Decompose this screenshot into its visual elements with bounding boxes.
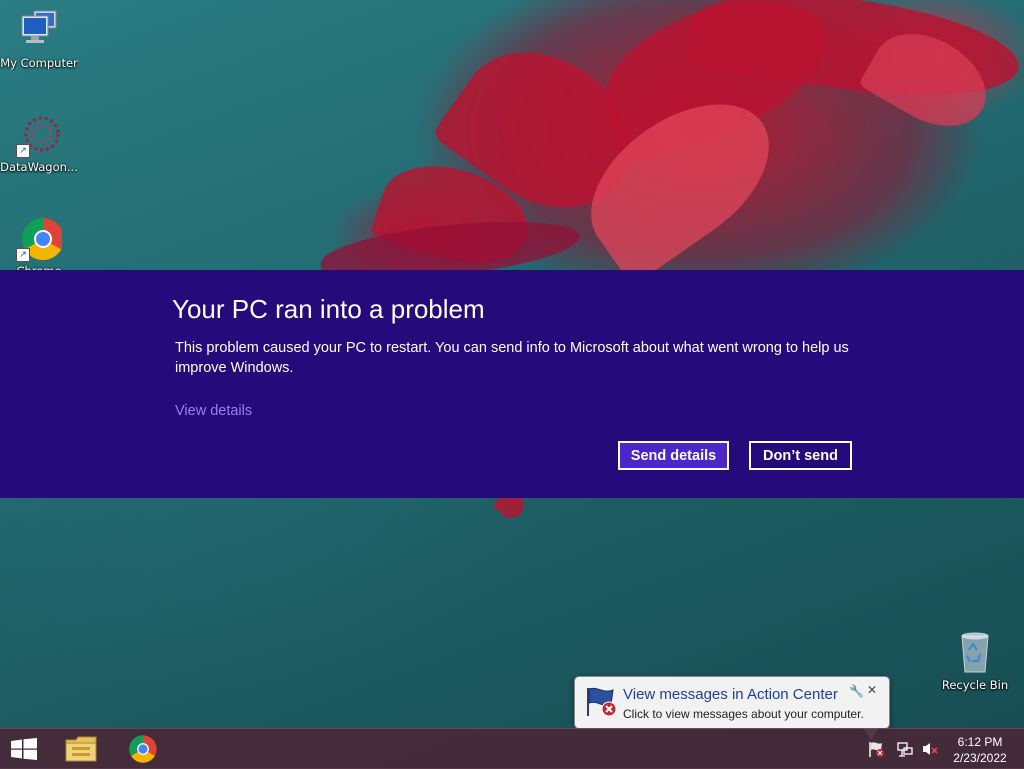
- start-button[interactable]: [0, 729, 48, 769]
- clock-date: 2/23/2022: [953, 751, 1007, 765]
- network-icon: [897, 742, 913, 757]
- dialog-title: Your PC ran into a problem: [172, 294, 485, 324]
- notification-title: View messages in Action Center: [623, 686, 838, 703]
- file-explorer-icon: [65, 736, 97, 762]
- error-dialog: Your PC ran into a problem This problem …: [0, 270, 1024, 498]
- desktop-icon-my-computer[interactable]: My Computer: [0, 8, 78, 70]
- tray-network[interactable]: [893, 729, 917, 769]
- action-center-flag-icon: [869, 742, 884, 757]
- dont-send-button[interactable]: Don’t send: [749, 441, 852, 470]
- start-icon: [11, 738, 37, 760]
- view-details-link[interactable]: View details: [175, 403, 252, 419]
- chrome-icon: ↗: [16, 216, 65, 262]
- send-details-button[interactable]: Send details: [618, 441, 729, 470]
- desktop-icon-label: My Computer: [0, 56, 78, 70]
- tray-action-center[interactable]: [864, 729, 888, 769]
- shortcut-arrow-icon: ↗: [16, 144, 30, 158]
- chrome-icon: [129, 735, 157, 763]
- taskbar: 6:12 PM 2/23/2022: [0, 728, 1024, 769]
- datawagon-icon: ↗: [16, 112, 62, 158]
- settings-wrench-icon[interactable]: 🔧: [849, 684, 864, 698]
- recycle-bin-icon: [952, 630, 998, 676]
- close-icon[interactable]: ✕: [867, 683, 877, 697]
- taskbar-file-explorer[interactable]: [58, 729, 104, 769]
- dialog-message: This problem caused your PC to restart. …: [175, 340, 849, 376]
- desktop-icon-datawagon[interactable]: ↗ DataWagon...: [0, 112, 78, 174]
- taskbar-chrome[interactable]: [120, 729, 166, 769]
- action-center-notification[interactable]: View messages in Action Center Click to …: [574, 676, 890, 740]
- desktop-icon-chrome[interactable]: ↗ Chrome: [0, 216, 78, 278]
- system-clock[interactable]: 6:12 PM 2/23/2022: [944, 734, 1016, 766]
- shortcut-arrow-icon: ↗: [16, 248, 30, 262]
- desktop-icon-label: Recycle Bin: [941, 678, 1009, 692]
- action-center-flag-icon: [585, 686, 619, 722]
- notification-text: Click to view messages about your comput…: [623, 707, 864, 721]
- volume-muted-icon: [923, 743, 938, 755]
- tray-volume[interactable]: [918, 729, 942, 769]
- clock-time: 6:12 PM: [957, 735, 1003, 749]
- desktop-icon-recycle-bin[interactable]: Recycle Bin: [936, 630, 1014, 692]
- desktop-icon-label: DataWagon...: [0, 160, 78, 174]
- computer-icon: [16, 8, 62, 54]
